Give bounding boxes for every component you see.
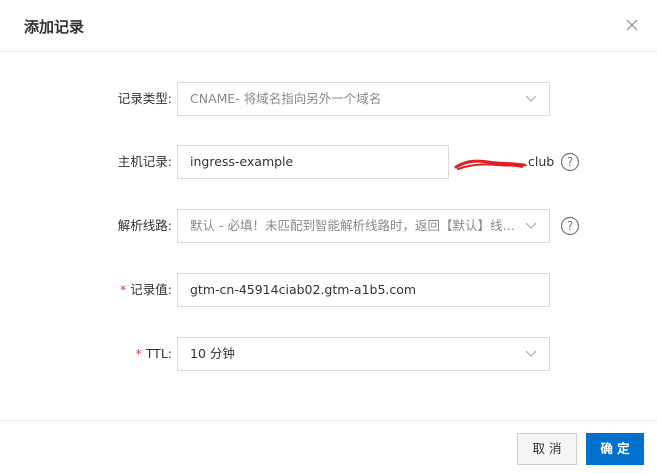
domain-suffix-text: .club	[524, 154, 555, 169]
host-record-row: 主机记录: ingress-example .club ?	[0, 145, 657, 179]
add-record-dialog: 添加记录 记录类型: CNAME- 将域名指向另外一个域名 主机记录: ingr…	[0, 0, 657, 473]
record-value-value: gtm-cn-45914ciab02.gtm-a1b5.com	[190, 282, 417, 297]
chevron-down-icon	[525, 350, 537, 358]
svg-text:?: ?	[567, 155, 573, 169]
ttl-value: 10 分钟	[190, 346, 235, 361]
record-value-label-text: 记录值:	[130, 282, 172, 297]
host-record-value: ingress-example	[190, 154, 294, 169]
domain-suffix: .club	[454, 145, 554, 179]
record-value-input[interactable]: gtm-cn-45914ciab02.gtm-a1b5.com	[177, 273, 550, 307]
dialog-footer: 取 消 确 定	[0, 420, 657, 473]
confirm-button[interactable]: 确 定	[586, 433, 644, 465]
resolution-line-value: 默认 - 必填！未匹配到智能解析线路时，返回【默认】线路...	[190, 218, 515, 233]
question-circle-icon[interactable]: ?	[560, 152, 580, 172]
ttl-label-text: TTL:	[145, 346, 172, 361]
ttl-select[interactable]: 10 分钟	[177, 337, 550, 371]
record-type-row: 记录类型: CNAME- 将域名指向另外一个域名	[0, 82, 657, 116]
cancel-button[interactable]: 取 消	[517, 433, 577, 465]
dialog-title: 添加记录	[24, 18, 85, 36]
record-type-value: CNAME- 将域名指向另外一个域名	[190, 91, 382, 106]
chevron-down-icon	[525, 222, 537, 230]
resolution-line-label: 解析线路:	[117, 218, 172, 233]
required-mark: *	[120, 282, 127, 297]
dialog-header: 添加记录	[0, 0, 657, 52]
record-type-select[interactable]: CNAME- 将域名指向另外一个域名	[177, 82, 550, 116]
redaction-scribble	[454, 159, 526, 170]
host-record-input[interactable]: ingress-example	[177, 145, 449, 179]
svg-text:?: ?	[567, 219, 573, 233]
chevron-down-icon	[525, 95, 537, 103]
required-mark: *	[135, 346, 142, 361]
host-record-label: 主机记录:	[117, 154, 172, 169]
record-type-label: 记录类型:	[117, 91, 172, 106]
question-circle-icon[interactable]: ?	[560, 216, 580, 236]
record-value-row: * 记录值: gtm-cn-45914ciab02.gtm-a1b5.com	[0, 273, 657, 307]
record-value-label: * 记录值:	[120, 273, 172, 307]
close-icon[interactable]	[625, 18, 639, 32]
resolution-line-select[interactable]: 默认 - 必填！未匹配到智能解析线路时，返回【默认】线路...	[177, 209, 550, 243]
ttl-row: * TTL: 10 分钟	[0, 337, 657, 371]
ttl-label: * TTL:	[136, 337, 172, 371]
resolution-line-row: 解析线路: 默认 - 必填！未匹配到智能解析线路时，返回【默认】线路... ?	[0, 209, 657, 243]
